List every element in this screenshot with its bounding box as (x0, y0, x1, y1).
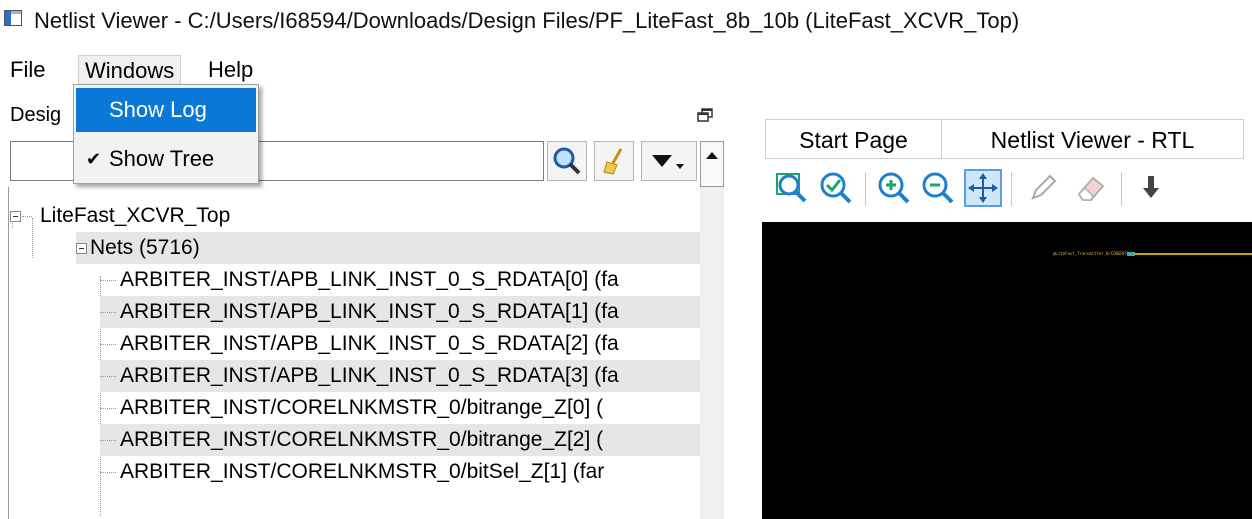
canvas-wire[interactable] (1134, 253, 1252, 255)
dropdown-arrow-icon (652, 155, 684, 169)
menu-bar: File Windows Help (0, 54, 1252, 86)
zoom-in-icon[interactable] (875, 168, 915, 208)
broom-clear-icon (603, 148, 623, 175)
viewer-toolbar (765, 168, 1252, 218)
nets-group-label: Nets (5716) (90, 236, 200, 259)
tree-net-item[interactable]: ARBITER_INST/CORELNKMSTR_0/bitrange_Z[2]… (100, 424, 700, 456)
design-dock-title: Desig (10, 104, 62, 126)
schematic-canvas[interactable]: @LiteFast_Transmitter_0/CORERFF (762, 222, 1252, 519)
net-label: ARBITER_INST/CORELNKMSTR_0/bitrange_Z[0]… (120, 396, 604, 419)
net-label: ARBITER_INST/APB_LINK_INST_0_S_RDATA[2] … (120, 332, 619, 355)
net-label: ARBITER_INST/CORELNKMSTR_0/bitSel_Z[1] (… (120, 460, 605, 483)
canvas-instance-label: @LiteFast_Transmitter_0/CORERFF (1053, 251, 1128, 256)
tree-guide (100, 376, 116, 377)
menu-windows[interactable]: Windows (78, 55, 182, 86)
down-arrow-icon[interactable] (1131, 168, 1171, 208)
scroll-up-button[interactable] (700, 141, 724, 187)
tab-netlist-viewer-rtl[interactable]: Netlist Viewer - RTL (942, 119, 1244, 159)
window-title: Netlist Viewer - C:/Users/I68594/Downloa… (34, 8, 1020, 33)
tree-guide (100, 344, 116, 345)
clear-button[interactable] (594, 141, 634, 181)
float-window-icon[interactable] (697, 108, 713, 122)
tree-guide (100, 312, 116, 313)
net-label: ARBITER_INST/APB_LINK_INST_0_S_RDATA[1] … (120, 300, 619, 323)
filter-dropdown-button[interactable] (641, 141, 697, 181)
tree-guide (100, 440, 116, 441)
eraser-icon[interactable] (1071, 168, 1111, 208)
menu-help[interactable]: Help (204, 54, 257, 86)
search-button[interactable] (547, 141, 587, 181)
tree-net-item[interactable]: ARBITER_INST/APB_LINK_INST_0_S_RDATA[1] … (100, 296, 700, 328)
pan-icon[interactable] (963, 168, 1003, 208)
net-label: ARBITER_INST/CORELNKMSTR_0/bitrange_Z[2]… (120, 428, 604, 451)
search-icon (553, 147, 581, 175)
menu-item-show-log[interactable]: Show Log (76, 88, 256, 132)
chevron-up-icon (706, 152, 718, 159)
tree-guide (22, 216, 32, 217)
tree-root-label: LiteFast_XCVR_Top (40, 204, 231, 227)
tree-guide (100, 408, 116, 409)
net-label: ARBITER_INST/APB_LINK_INST_0_S_RDATA[3] … (120, 364, 619, 387)
show-tree-label: Show Tree (109, 146, 215, 171)
tab-start-page[interactable]: Start Page (765, 119, 942, 159)
toolbar-separator (1121, 172, 1122, 206)
tree-net-item[interactable]: ARBITER_INST/CORELNKMSTR_0/bitrange_Z[0]… (100, 392, 700, 424)
checkmark-icon: ✔ (86, 149, 102, 169)
windows-menu-dropdown: Show Log ✔ Show Tree (73, 84, 259, 184)
tree-net-item[interactable]: ARBITER_INST/APB_LINK_INST_0_S_RDATA[2] … (100, 328, 700, 360)
tree-guide (100, 472, 116, 473)
tree-border (8, 187, 9, 519)
title-bar: Netlist Viewer - C:/Users/I68594/Downloa… (0, 0, 1252, 40)
net-label: ARBITER_INST/APB_LINK_INST_0_S_RDATA[0] … (120, 268, 619, 291)
design-tree: LiteFast_XCVR_Top Nets (5716) ARBITER_IN… (10, 196, 700, 519)
tree-nets-group[interactable]: Nets (5716) (76, 232, 700, 264)
tree-guide (100, 280, 116, 281)
tree-net-item[interactable]: ARBITER_INST/APB_LINK_INST_0_S_RDATA[0] … (100, 264, 700, 296)
zoom-fit-icon[interactable] (773, 168, 813, 208)
app-icon (4, 10, 22, 26)
tree-root-item[interactable]: LiteFast_XCVR_Top (10, 200, 700, 232)
toolbar-separator (865, 172, 866, 206)
collapse-icon[interactable] (10, 211, 21, 222)
menu-file[interactable]: File (6, 54, 49, 86)
zoom-selection-icon[interactable] (817, 168, 857, 208)
vertical-scrollbar[interactable] (700, 187, 724, 519)
show-log-label: Show Log (109, 97, 207, 122)
menu-item-show-tree[interactable]: ✔ Show Tree (76, 137, 256, 181)
zoom-out-icon[interactable] (919, 168, 959, 208)
tree-net-item[interactable]: ARBITER_INST/APB_LINK_INST_0_S_RDATA[3] … (100, 360, 700, 392)
collapse-icon[interactable] (76, 243, 87, 254)
toolbar-separator (1011, 172, 1012, 206)
pencil-icon[interactable] (1023, 168, 1063, 208)
tree-net-item[interactable]: ARBITER_INST/CORELNKMSTR_0/bitSel_Z[1] (… (100, 456, 700, 488)
